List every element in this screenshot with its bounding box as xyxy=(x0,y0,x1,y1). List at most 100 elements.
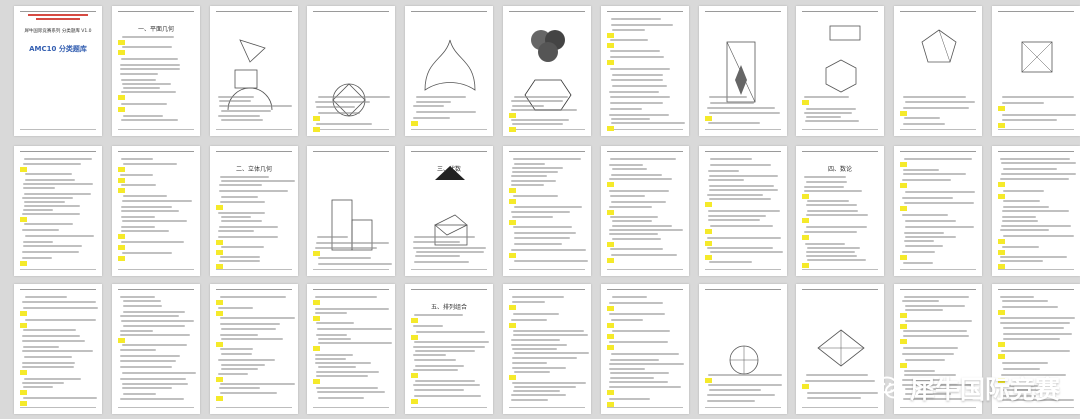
document-page-thumbnail[interactable] xyxy=(601,284,689,414)
answer-highlight xyxy=(20,390,27,395)
text-line xyxy=(415,350,475,352)
text-line xyxy=(23,329,76,331)
text-line xyxy=(1003,190,1044,192)
answer-highlight xyxy=(20,311,27,316)
text-line xyxy=(806,204,857,206)
document-page-thumbnail[interactable] xyxy=(894,146,982,276)
answer-highlight xyxy=(216,240,223,245)
document-page-thumbnail[interactable] xyxy=(992,6,1080,136)
document-page-thumbnail[interactable] xyxy=(503,6,591,136)
document-page-thumbnail[interactable] xyxy=(992,146,1080,276)
page-header-rule xyxy=(900,289,976,290)
text-line xyxy=(414,341,489,343)
text-line xyxy=(807,247,860,249)
document-page-thumbnail[interactable]: 一、平面几何 xyxy=(112,6,200,136)
document-page-thumbnail[interactable]: 四、数论 xyxy=(796,146,884,276)
document-page-thumbnail[interactable] xyxy=(699,6,787,136)
document-page-thumbnail[interactable]: 二、立体几何 xyxy=(210,146,298,276)
text-line xyxy=(609,114,669,116)
text-line xyxy=(122,387,172,389)
text-line xyxy=(122,220,187,222)
text-line xyxy=(122,252,172,254)
document-page-thumbnail[interactable] xyxy=(503,146,591,276)
document-page-thumbnail[interactable] xyxy=(112,146,200,276)
document-page-thumbnail[interactable] xyxy=(503,284,591,414)
text-line xyxy=(612,238,661,240)
text-line xyxy=(221,220,262,222)
text-line xyxy=(610,372,669,374)
text-line xyxy=(120,174,153,176)
document-page-thumbnail[interactable] xyxy=(307,146,395,276)
text-line xyxy=(23,245,82,247)
text-line xyxy=(121,320,194,322)
text-line xyxy=(221,246,264,248)
document-page-thumbnail[interactable] xyxy=(699,284,787,414)
answer-highlight xyxy=(607,323,614,328)
document-page-thumbnail[interactable] xyxy=(601,146,689,276)
document-page-thumbnail[interactable] xyxy=(307,6,395,136)
document-page-thumbnail[interactable]: 三、代数 xyxy=(405,146,493,276)
section-heading: 四、数论 xyxy=(827,166,852,173)
text-line xyxy=(904,117,940,119)
text-line xyxy=(23,183,93,185)
document-page-thumbnail[interactable]: 五、排列组合 xyxy=(405,284,493,414)
text-line xyxy=(22,335,80,337)
section-heading: 二、立体几何 xyxy=(235,166,272,173)
page-header-rule xyxy=(216,11,292,12)
document-page-thumbnail[interactable] xyxy=(210,6,298,136)
document-page-thumbnail[interactable] xyxy=(894,6,982,136)
document-page-thumbnail[interactable] xyxy=(601,6,689,136)
text-line xyxy=(120,315,179,317)
document-page-thumbnail[interactable] xyxy=(112,284,200,414)
answer-highlight xyxy=(216,396,223,401)
text-line xyxy=(221,338,283,340)
text-line xyxy=(512,348,557,350)
document-page-thumbnail[interactable] xyxy=(796,6,884,136)
text-line xyxy=(610,248,663,250)
text-line xyxy=(905,245,943,247)
document-page-thumbnail[interactable] xyxy=(307,284,395,414)
text-line xyxy=(221,110,271,112)
text-line xyxy=(25,173,72,175)
text-line xyxy=(414,236,475,238)
text-line xyxy=(24,158,92,160)
document-page-thumbnail[interactable] xyxy=(14,284,102,414)
page-footer-rule xyxy=(607,129,683,130)
text-line xyxy=(414,389,464,391)
text-line xyxy=(514,243,562,245)
document-page-thumbnail[interactable] xyxy=(699,146,787,276)
document-page-thumbnail[interactable] xyxy=(405,6,493,136)
text-line xyxy=(218,96,254,98)
text-line xyxy=(610,102,663,104)
text-line xyxy=(511,339,560,341)
text-line xyxy=(121,79,156,81)
document-page-thumbnail[interactable]: 犀牛国际竞赛系列 分类题库 V1.0 AMC10 分类题库 xyxy=(14,6,102,136)
page-header-rule xyxy=(411,151,487,152)
text-line xyxy=(318,96,390,98)
text-line xyxy=(218,230,254,232)
text-line xyxy=(709,389,761,391)
document-page-thumbnail[interactable] xyxy=(796,284,884,414)
text-line xyxy=(511,211,570,213)
text-line xyxy=(121,184,156,186)
text-line xyxy=(120,296,155,298)
text-line xyxy=(1000,158,1070,160)
answer-highlight xyxy=(509,127,516,132)
text-line xyxy=(707,400,755,402)
answer-highlight xyxy=(607,126,614,131)
text-line xyxy=(511,109,577,111)
text-line xyxy=(514,260,588,262)
document-page-thumbnail[interactable] xyxy=(210,284,298,414)
text-line xyxy=(413,346,485,348)
text-line xyxy=(1002,220,1038,222)
text-line xyxy=(121,206,172,208)
text-line xyxy=(414,359,456,361)
text-line xyxy=(416,96,466,98)
text-line xyxy=(709,175,778,177)
text-line xyxy=(903,347,958,349)
text-line xyxy=(709,112,780,114)
text-line xyxy=(221,364,265,366)
document-page-thumbnail[interactable] xyxy=(14,146,102,276)
text-line xyxy=(804,96,849,98)
text-line xyxy=(317,391,385,393)
